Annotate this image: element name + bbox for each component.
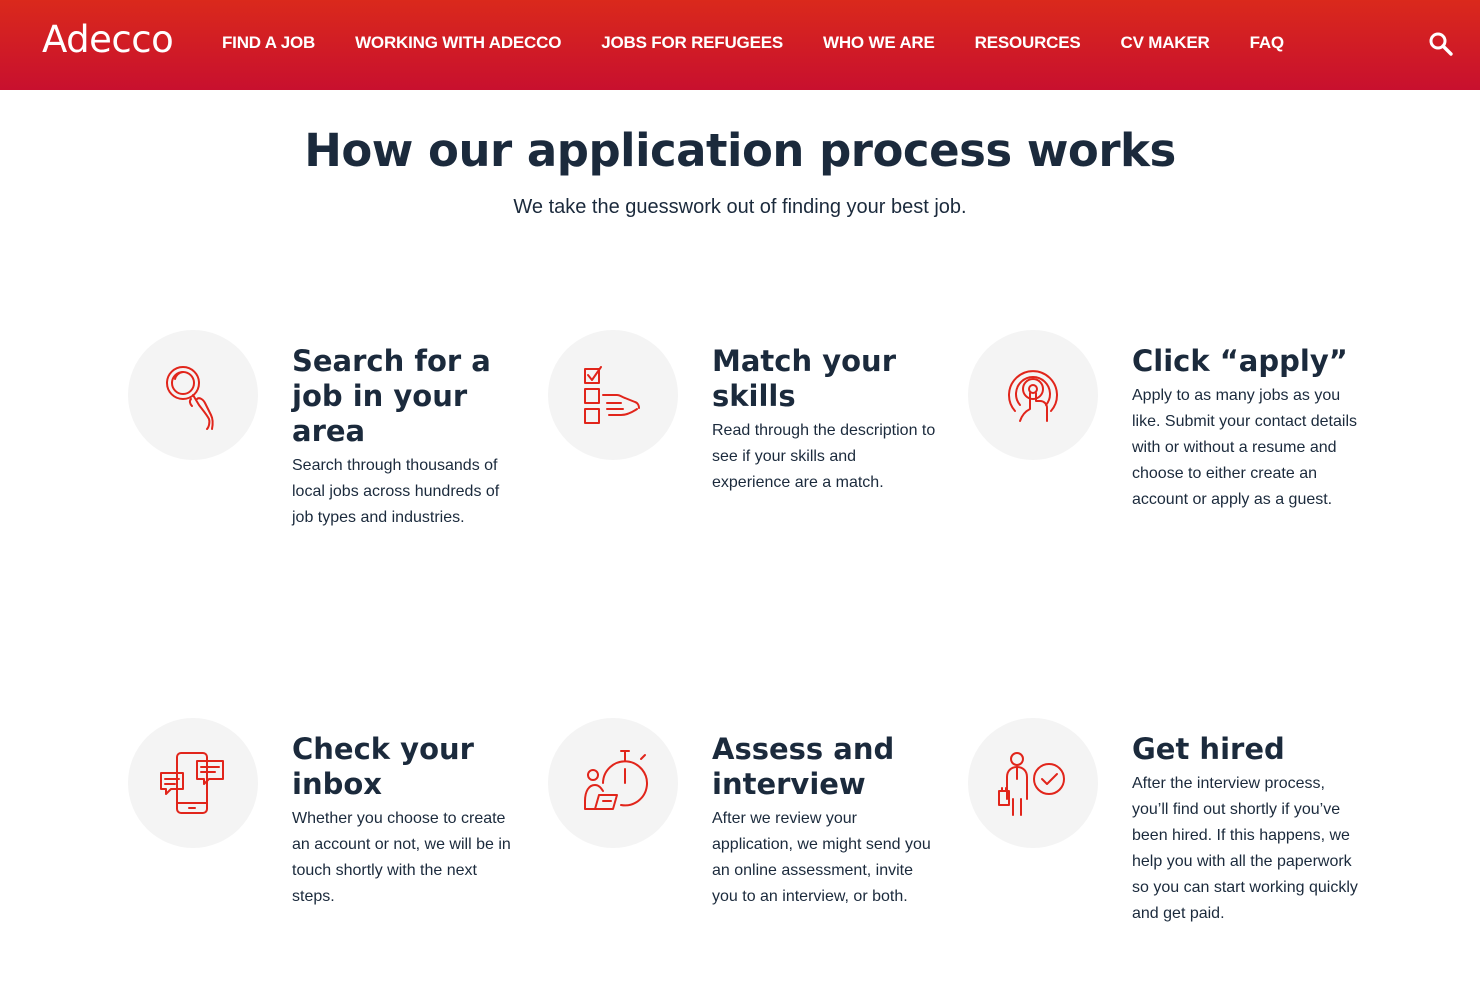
nav-working-with-adecco[interactable]: WORKING WITH ADECCO xyxy=(355,33,561,53)
step-title: Check your inbox xyxy=(292,732,474,801)
search-icon[interactable] xyxy=(1428,31,1454,57)
nav-who-we-are[interactable]: WHO WE ARE xyxy=(823,33,935,53)
step-description: After we review your application, we mig… xyxy=(712,810,931,905)
nav-faq[interactable]: FAQ xyxy=(1250,33,1285,53)
phone-chat-icon xyxy=(128,718,258,848)
step-title: Search for a job in your area xyxy=(292,344,491,448)
checklist-hand-icon xyxy=(548,330,678,460)
main-nav: FIND A JOB WORKING WITH ADECCO JOBS FOR … xyxy=(222,33,1324,53)
step-description: Whether you choose to create an account … xyxy=(292,810,511,905)
step-title: Click “apply” xyxy=(1132,344,1348,378)
step-title: Match your skills xyxy=(712,344,896,413)
nav-resources[interactable]: RESOURCES xyxy=(975,33,1081,53)
person-check-icon xyxy=(968,718,1098,848)
step-description: Apply to as many jobs as you like. Submi… xyxy=(1132,387,1357,508)
magnifier-hand-icon xyxy=(128,330,258,460)
step-description: Search through thousands of local jobs a… xyxy=(292,457,500,526)
step-description: After the interview process, you’ll find… xyxy=(1132,775,1358,922)
step-description: Read through the description to see if y… xyxy=(712,422,936,491)
target-tap-icon xyxy=(968,330,1098,460)
adecco-logo[interactable]: Adecco xyxy=(42,18,174,61)
top-navigation-bar: Adecco FIND A JOB WORKING WITH ADECCO JO… xyxy=(0,0,1480,90)
nav-cv-maker[interactable]: CV MAKER xyxy=(1121,33,1210,53)
page-title: How our application process works xyxy=(304,124,1176,177)
step-title: Assess and interview xyxy=(712,732,895,801)
stopwatch-laptop-icon xyxy=(548,718,678,848)
nav-jobs-for-refugees[interactable]: JOBS FOR REFUGEES xyxy=(601,33,783,53)
nav-find-a-job[interactable]: FIND A JOB xyxy=(222,33,315,53)
step-title: Get hired xyxy=(1132,732,1285,766)
page-subtitle: We take the guesswork out of finding you… xyxy=(513,196,967,218)
